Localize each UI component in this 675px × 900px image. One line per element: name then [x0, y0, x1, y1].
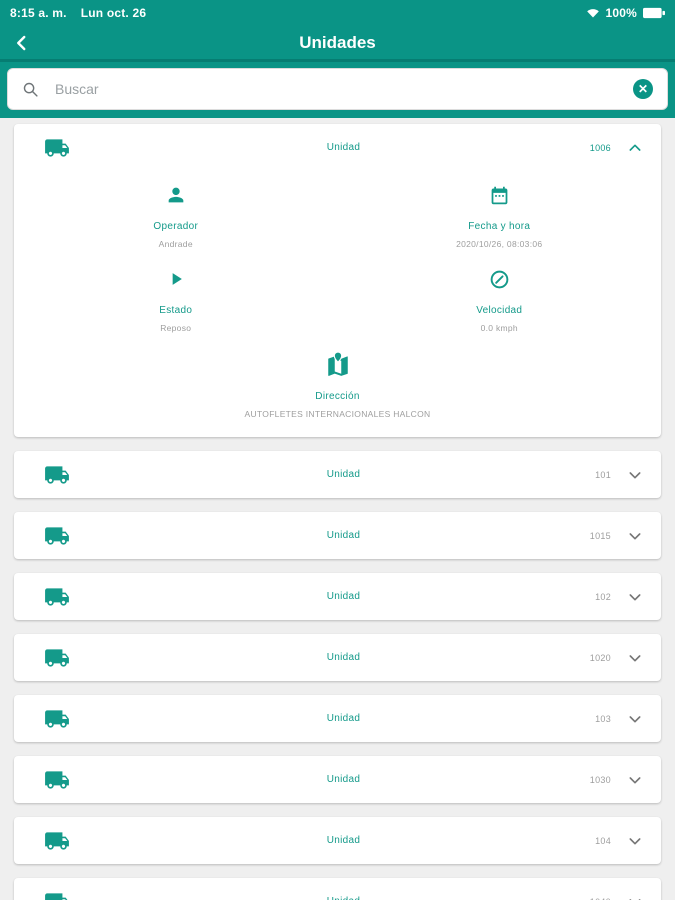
unit-details: Operador Andrade Fecha y hora 2020/10/26… — [14, 171, 661, 437]
truck-icon — [44, 828, 70, 854]
chevron-down-icon[interactable] — [627, 833, 643, 849]
detail-label: Velocidad — [476, 305, 523, 316]
search-section: ✕ — [0, 62, 675, 118]
chevron-up-icon[interactable] — [627, 140, 643, 156]
detail-value: 0.0 kmph — [480, 323, 518, 333]
clock-text: 8:15 a. m. — [10, 6, 67, 20]
chevron-down-icon[interactable] — [627, 772, 643, 788]
unit-label: Unidad — [104, 896, 583, 900]
unit-card[interactable]: Unidad 102 — [14, 573, 661, 620]
units-app-screen: 8:15 a. m. Lun oct. 26 100% Unidades ✕ U… — [0, 0, 675, 900]
unit-label: Unidad — [326, 142, 361, 153]
page-title: Unidades — [299, 32, 376, 52]
clear-search-button[interactable]: ✕ — [633, 79, 653, 99]
battery-percent: 100% — [605, 6, 637, 20]
unit-number: 104 — [595, 835, 611, 846]
unit-number: 102 — [595, 591, 611, 602]
calendar-icon — [491, 186, 508, 204]
detail-value: Reposo — [160, 323, 192, 333]
detail-direccion: Dirección AUTOFLETES INTERNACIONALES HAL… — [14, 343, 661, 419]
detail-value: Andrade — [158, 239, 193, 249]
unit-number: 101 — [595, 469, 611, 480]
unit-card[interactable]: Unidad 1015 — [14, 512, 661, 559]
detail-label: Dirección — [315, 391, 360, 402]
app-bar: Unidades — [0, 26, 675, 62]
unit-card[interactable]: Unidad 103 — [14, 695, 661, 742]
search-box: ✕ — [7, 68, 668, 110]
search-icon — [23, 82, 38, 97]
chevron-down-icon[interactable] — [627, 650, 643, 666]
unit-label: Unidad — [326, 652, 361, 663]
detail-value: 2020/10/26, 08:03:06 — [456, 239, 543, 249]
truck-icon — [44, 889, 70, 900]
detail-velocidad: Velocidad 0.0 kmph — [338, 259, 662, 343]
detail-label: Estado — [159, 305, 193, 316]
play-icon — [172, 273, 182, 285]
unit-label: Unidad — [326, 469, 361, 480]
truck-icon — [44, 645, 70, 671]
truck-icon — [44, 462, 70, 488]
detail-fecha-hora: Fecha y hora 2020/10/26, 08:03:06 — [338, 175, 662, 259]
truck-icon — [44, 523, 70, 549]
unit-label: Unidad — [326, 591, 361, 602]
unit-label: Unidad — [326, 713, 361, 724]
detail-label: Fecha y hora — [468, 221, 531, 232]
chevron-down-icon[interactable] — [627, 894, 643, 900]
unit-card[interactable]: Unidad 101 — [14, 451, 661, 498]
unit-label: Unidad — [326, 774, 361, 785]
unit-number: 1015 — [589, 530, 611, 541]
unit-card-expanded: Unidad 1006 Operador Andrade Fecha y hor… — [14, 124, 661, 437]
wifi-icon — [586, 9, 599, 18]
chevron-down-icon[interactable] — [627, 528, 643, 544]
speed-gauge-icon — [490, 270, 509, 288]
unit-card[interactable]: Unidad 104 — [14, 817, 661, 864]
units-list: Unidad 1006 Operador Andrade Fecha y hor… — [0, 118, 675, 900]
detail-estado: Estado Reposo — [14, 259, 338, 343]
date-text: Lun oct. 26 — [80, 6, 147, 20]
battery-icon — [643, 7, 665, 19]
truck-icon — [44, 706, 70, 732]
truck-icon — [44, 767, 70, 793]
unit-card[interactable]: Unidad 1020 — [14, 634, 661, 681]
unit-number: 1006 — [589, 142, 611, 153]
unit-number: 1040 — [590, 897, 611, 900]
unit-number: 1020 — [589, 652, 611, 663]
unit-label: Unidad — [326, 835, 361, 846]
unit-number: 1030 — [589, 774, 611, 785]
detail-value: AUTOFLETES INTERNACIONALES HALCON — [244, 409, 431, 419]
chevron-down-icon[interactable] — [627, 711, 643, 727]
search-input[interactable] — [55, 81, 633, 97]
truck-icon — [44, 135, 70, 161]
chevron-down-icon[interactable] — [627, 467, 643, 483]
detail-operador: Operador Andrade — [14, 175, 338, 259]
map-pin-icon — [327, 351, 348, 376]
person-icon — [168, 187, 184, 203]
chevron-down-icon[interactable] — [627, 589, 643, 605]
unit-card[interactable]: Unidad 1040 — [14, 878, 661, 900]
status-bar: 8:15 a. m. Lun oct. 26 100% — [0, 0, 675, 26]
unit-row-header[interactable]: Unidad 1006 — [14, 124, 661, 171]
truck-icon — [44, 584, 70, 610]
unit-number: 103 — [595, 713, 611, 724]
detail-label: Operador — [153, 221, 199, 232]
unit-card[interactable]: Unidad 1030 — [14, 756, 661, 803]
unit-label: Unidad — [326, 530, 361, 541]
